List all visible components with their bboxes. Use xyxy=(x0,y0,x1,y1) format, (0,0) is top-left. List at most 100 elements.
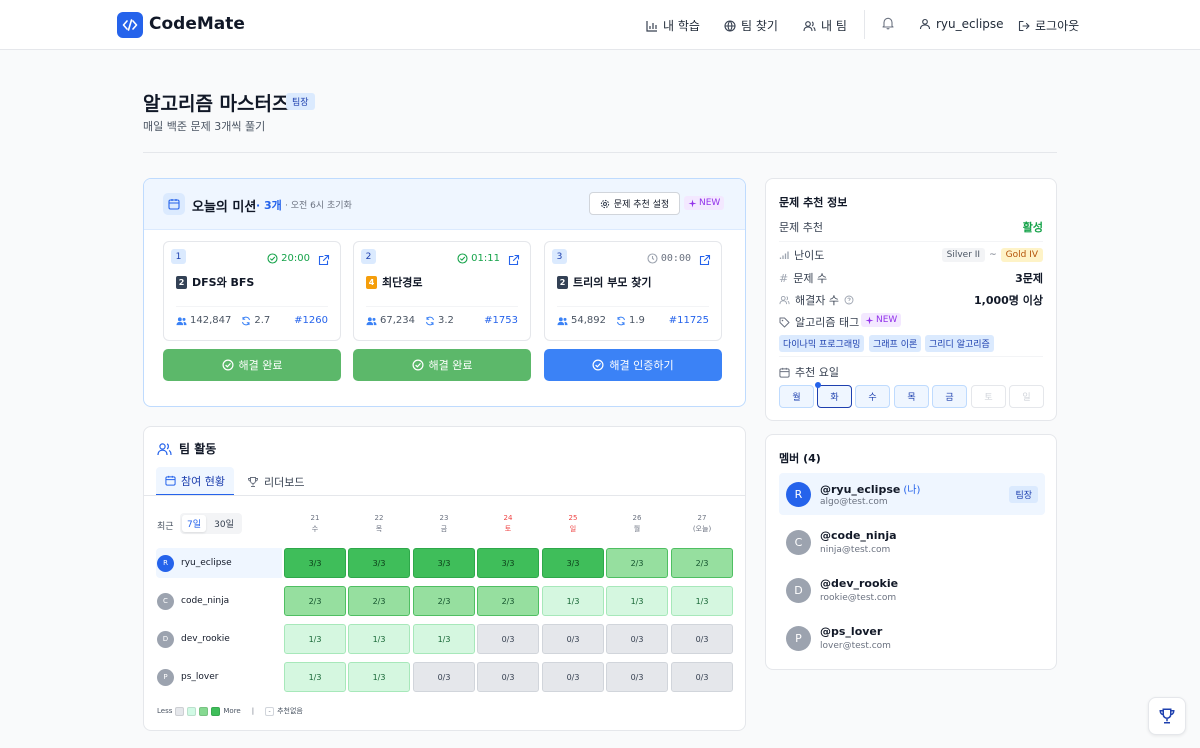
member-email: rookie@test.com xyxy=(820,593,897,603)
external-link-icon[interactable] xyxy=(699,252,711,266)
participation-cell[interactable]: 1/3 xyxy=(348,662,410,692)
member-handle-row: @ps_lover xyxy=(820,625,882,638)
problem-card[interactable]: 3 00:00 2 트리의 부모 찾기 54,892 1.9 #11725 xyxy=(544,241,722,341)
tier-icon: 2 xyxy=(176,275,187,289)
range-7d[interactable]: 7일 xyxy=(182,515,206,532)
verify-solve-button[interactable]: 해결 인증하기 xyxy=(544,349,722,381)
participation-cell[interactable]: 0/3 xyxy=(413,662,475,692)
participation-cell[interactable]: 2/3 xyxy=(413,586,475,616)
tier-icon: 2 xyxy=(557,275,568,289)
sparkle-icon xyxy=(688,199,697,207)
problem-stats: 54,892 1.9 #11725 xyxy=(557,315,709,326)
participation-cell[interactable]: 0/3 xyxy=(477,624,539,654)
solver-count-value: 142,847 xyxy=(190,315,232,326)
participation-cell[interactable]: 3/3 xyxy=(542,548,604,578)
participation-cell[interactable]: 1/3 xyxy=(284,662,346,692)
external-link-icon[interactable] xyxy=(318,252,330,266)
participation-cell[interactable]: 2/3 xyxy=(348,586,410,616)
participation-cell[interactable]: 3/3 xyxy=(348,548,410,578)
solvers-label-group: 해결자 수 xyxy=(779,292,854,308)
avatar: P xyxy=(786,626,811,651)
participation-cell[interactable]: 0/3 xyxy=(606,624,668,654)
problem-id[interactable]: #1260 xyxy=(294,315,328,326)
participation-cell[interactable]: 3/3 xyxy=(477,548,539,578)
nav-logout[interactable]: 로그아웃 xyxy=(1018,17,1079,34)
recommend-info-title: 문제 추천 정보 xyxy=(779,196,848,209)
recommend-day-button[interactable]: 수 xyxy=(855,385,890,408)
recommend-day-button[interactable]: 토 xyxy=(971,385,1006,408)
team-activity-title: 팀 활동 xyxy=(179,442,217,456)
mission-title: 오늘의 미션 xyxy=(192,200,257,215)
recommend-day-button[interactable]: 금 xyxy=(932,385,967,408)
participation-cell[interactable]: 2/3 xyxy=(477,586,539,616)
code-icon[interactable] xyxy=(117,12,143,38)
nav-find-team[interactable]: 팀 찾기 xyxy=(724,17,778,34)
participation-cell[interactable]: 1/3 xyxy=(542,586,604,616)
trophy-icon xyxy=(247,476,259,487)
day-weekday: 금 xyxy=(440,525,448,533)
participation-cell[interactable]: 1/3 xyxy=(671,586,733,616)
problem-title: 2 트리의 부모 찾기 xyxy=(557,274,652,290)
tab-participation[interactable]: 참여 현황 xyxy=(156,467,234,496)
users-icon xyxy=(366,316,377,325)
users-icon xyxy=(779,295,790,305)
participation-cell[interactable]: 0/3 xyxy=(671,624,733,654)
solved-button[interactable]: 해결 완료 xyxy=(163,349,341,381)
participation-cell[interactable]: 1/3 xyxy=(413,624,475,654)
legend-swatch xyxy=(187,706,197,716)
member-item[interactable]: C @code_ninja ninja@test.com xyxy=(779,521,1045,563)
participation-cell[interactable]: 1/3 xyxy=(284,624,346,654)
solved-button[interactable]: 해결 완료 xyxy=(353,349,531,381)
app-logo-text[interactable]: CodeMate xyxy=(149,14,245,34)
problem-timer: 20:00 xyxy=(267,253,310,264)
legend-none-swatch: - xyxy=(265,706,275,716)
problem-title: 4 최단경로 xyxy=(366,274,422,290)
nav-my-team-label: 내 팀 xyxy=(821,19,847,33)
difficulty-sep: ~ xyxy=(989,250,997,260)
trophy-button[interactable] xyxy=(1148,697,1186,735)
problem-id[interactable]: #1753 xyxy=(484,315,518,326)
participation-cell[interactable]: 0/3 xyxy=(542,662,604,692)
tab-underline xyxy=(144,495,745,496)
participation-cell[interactable]: 3/3 xyxy=(284,548,346,578)
signal-icon xyxy=(779,251,789,259)
participation-cell[interactable]: 0/3 xyxy=(477,662,539,692)
solvers-value: 1,000명 이상 xyxy=(974,294,1043,307)
participation-cell[interactable]: 0/3 xyxy=(671,662,733,692)
nav-user[interactable]: ryu_eclipse xyxy=(919,17,1004,31)
problem-name: 최단경로 xyxy=(382,276,423,289)
help-icon[interactable] xyxy=(844,295,854,305)
tab-leaderboard[interactable]: 리더보드 xyxy=(238,467,313,496)
nav-username: ryu_eclipse xyxy=(936,17,1004,31)
member-item[interactable]: P @ps_lover lover@test.com xyxy=(779,617,1045,659)
recommend-day-button[interactable]: 일 xyxy=(1009,385,1044,408)
nav-my-study[interactable]: 내 학습 xyxy=(646,17,700,34)
member-item[interactable]: D @dev_rookie rookie@test.com xyxy=(779,569,1045,611)
member-email: lover@test.com xyxy=(820,641,891,651)
problem-id[interactable]: #11725 xyxy=(669,315,709,326)
recommend-day-button[interactable]: 화 xyxy=(817,385,852,408)
participation-cell[interactable]: 0/3 xyxy=(606,662,668,692)
problem-card[interactable]: 2 01:11 4 최단경로 67,234 3.2 #1753 xyxy=(353,241,531,341)
tags-label: 알고리즘 태그 xyxy=(795,316,860,329)
nav-my-team[interactable]: 내 팀 xyxy=(803,17,847,34)
participation-cell[interactable]: 1/3 xyxy=(348,624,410,654)
recommend-settings-button[interactable]: 문제 추천 설정 xyxy=(589,192,680,215)
participation-cell[interactable]: 2/3 xyxy=(284,586,346,616)
solvers-label: 해결자 수 xyxy=(795,294,839,307)
participation-cell[interactable]: 2/3 xyxy=(606,548,668,578)
recommend-day-button[interactable]: 월 xyxy=(779,385,814,408)
range-30d[interactable]: 30일 xyxy=(208,515,240,532)
bell-icon[interactable] xyxy=(881,16,895,30)
problem-card[interactable]: 1 20:00 2 DFS와 BFS 142,847 2.7 #1260 xyxy=(163,241,341,341)
participation-cell[interactable]: 1/3 xyxy=(606,586,668,616)
member-handle: @dev_rookie xyxy=(820,577,899,590)
participation-cell[interactable]: 2/3 xyxy=(671,548,733,578)
external-link-icon[interactable] xyxy=(508,252,520,266)
member-item[interactable]: R @ryu_eclipse (나) algo@test.com 팀장 xyxy=(779,473,1045,515)
participation-cell[interactable]: 3/3 xyxy=(413,548,475,578)
recommend-day-button[interactable]: 목 xyxy=(894,385,929,408)
problem-time-value: 01:11 xyxy=(471,253,500,264)
participation-cell[interactable]: 0/3 xyxy=(542,624,604,654)
team-activity-header: 팀 활동 xyxy=(157,440,216,457)
